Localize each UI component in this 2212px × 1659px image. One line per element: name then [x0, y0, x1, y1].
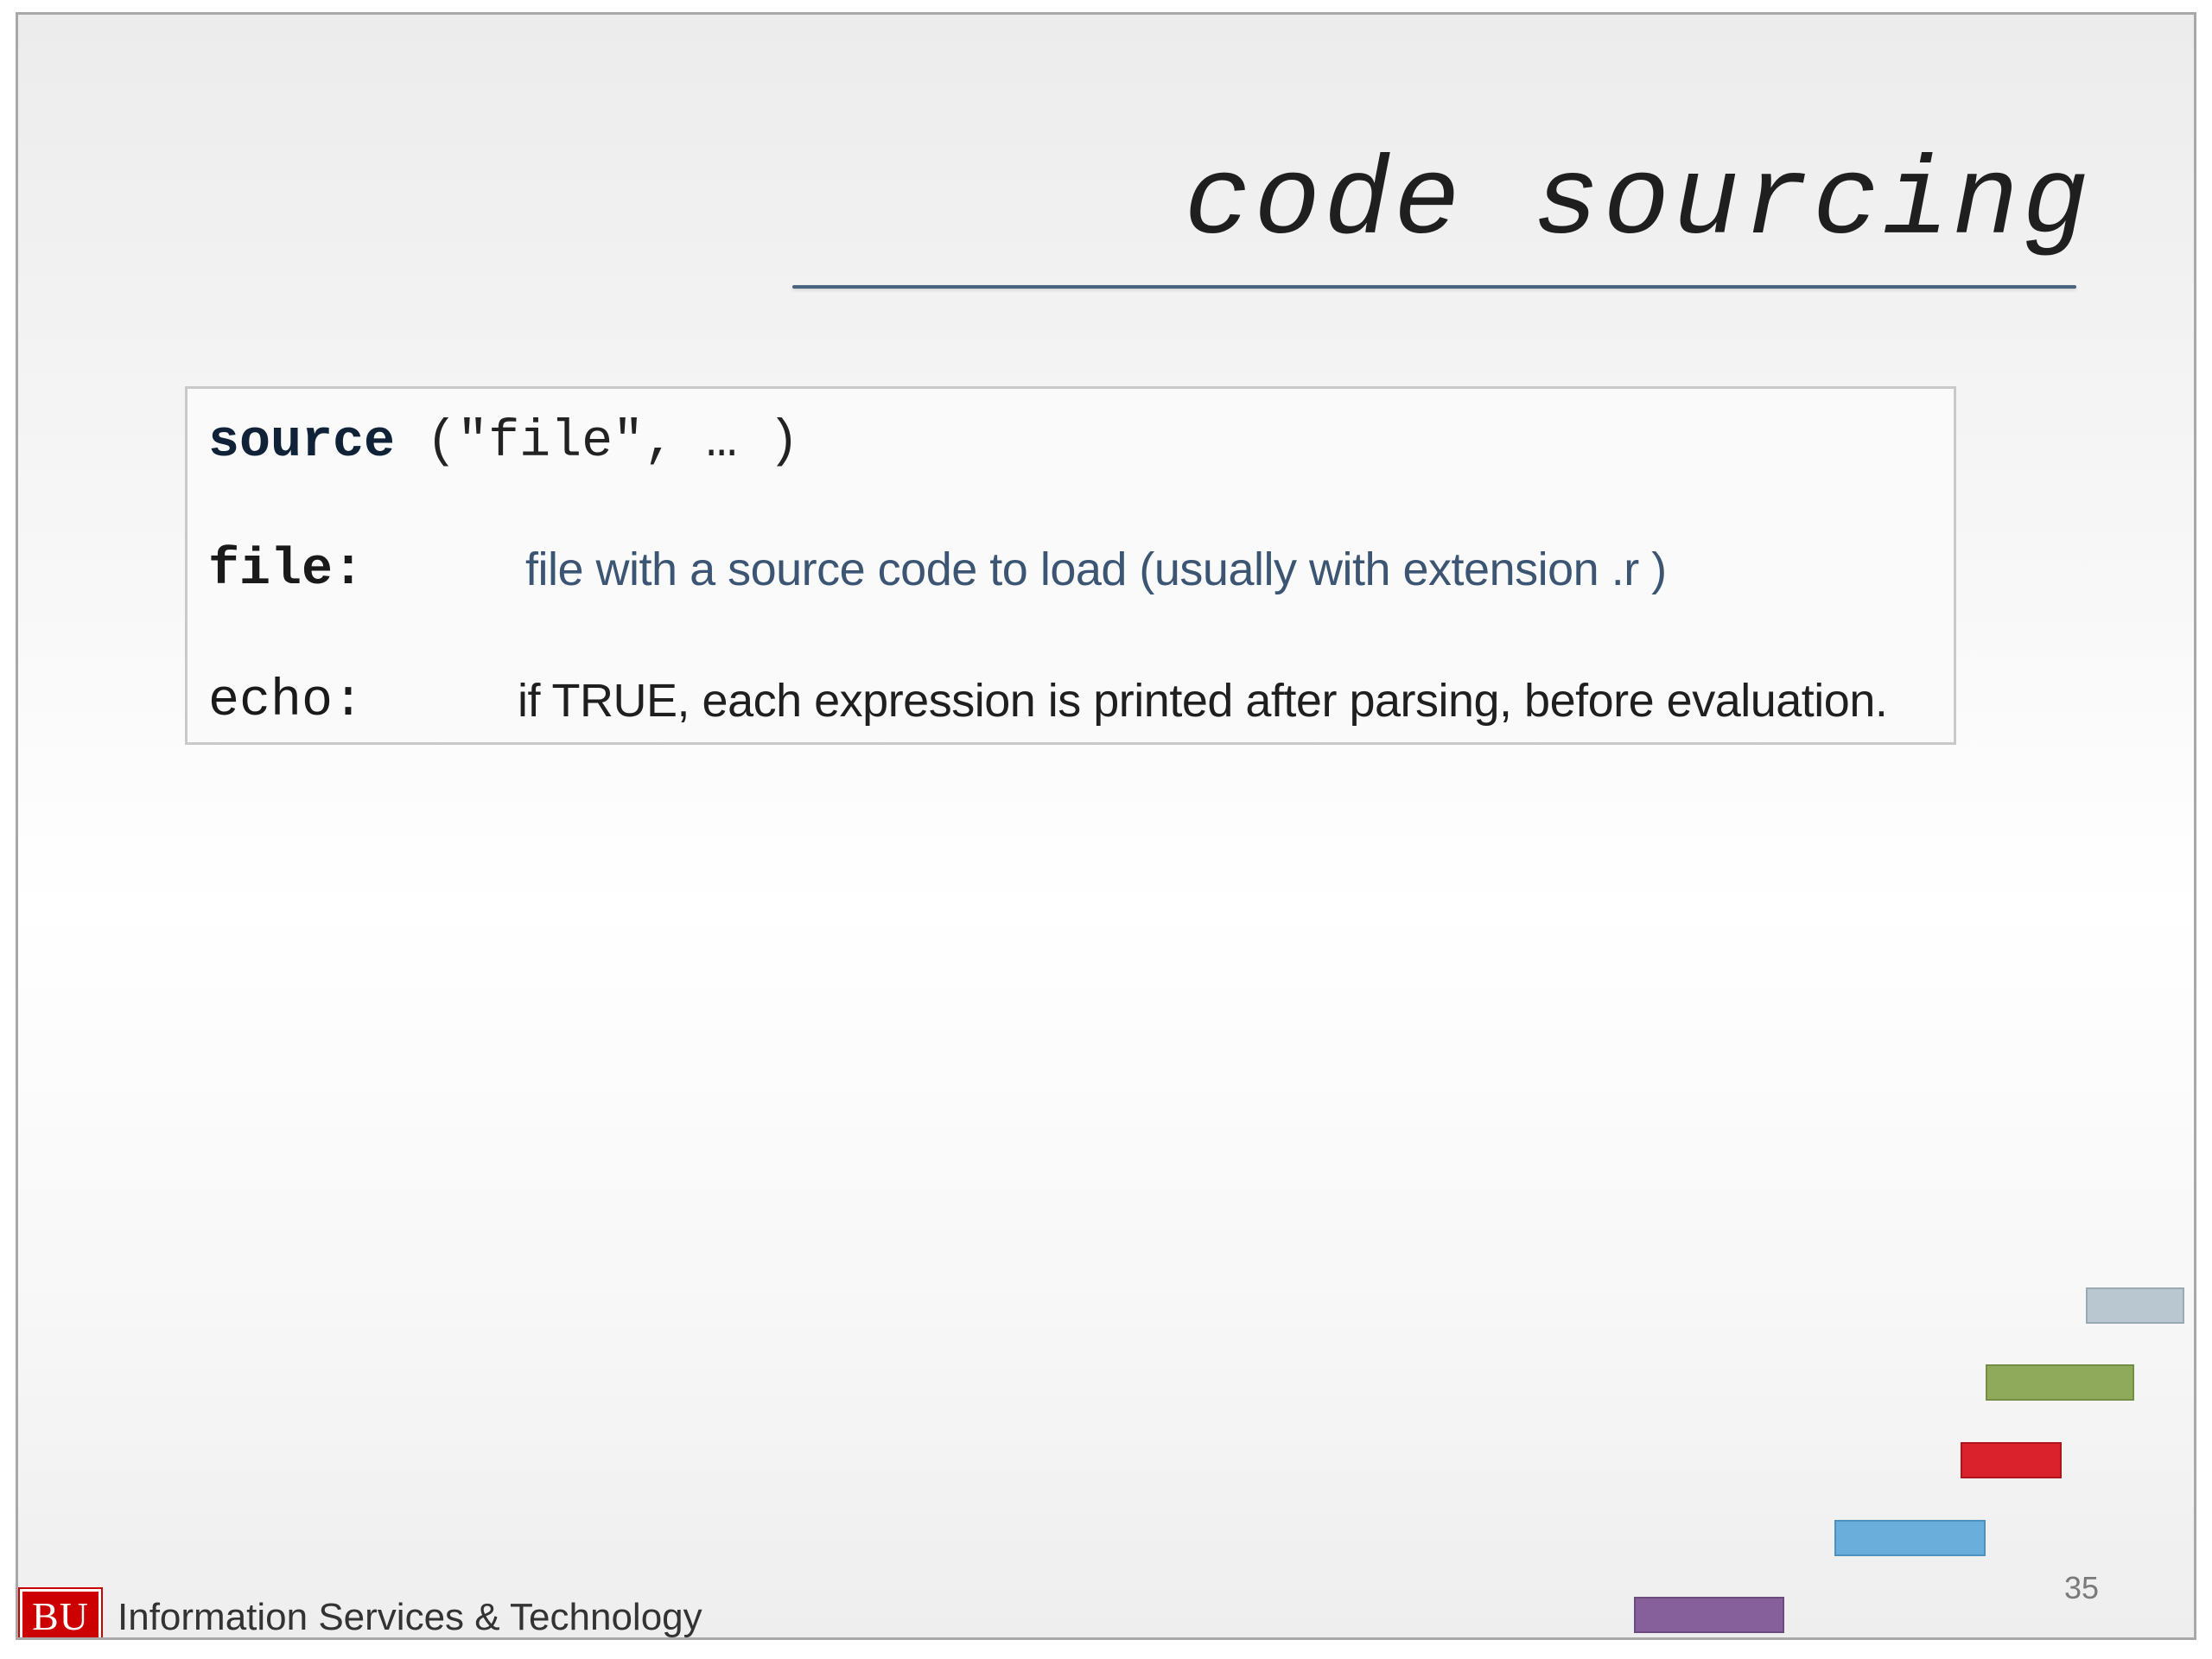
param-description-echo: if TRUE, each expression is printed afte… [518, 675, 1888, 727]
code-arguments: ("file", … ) [395, 413, 800, 472]
param-name-file: file: [208, 541, 365, 600]
decorative-bar-red [1961, 1442, 2062, 1478]
code-function-name: source [208, 413, 396, 472]
decorative-bar-blue [1834, 1520, 1986, 1556]
slide: code sourcing source ("file", … ) file: … [16, 12, 2196, 1640]
param-description-file: file with a source code to load (usually… [525, 543, 1667, 595]
decorative-bar-green [1986, 1364, 2134, 1401]
bu-logo: BU [18, 1587, 103, 1637]
param-name-echo: echo: [208, 672, 365, 731]
code-box: source ("file", … ) file: file with a so… [185, 386, 1956, 745]
code-signature: source ("file", … ) [208, 416, 799, 468]
decorative-bar-purple [1634, 1597, 1784, 1633]
decorative-bar-gray [2086, 1287, 2184, 1324]
title-underline [792, 285, 2076, 289]
slide-title: code sourcing [1184, 141, 2092, 266]
page-number: 35 [2063, 1570, 2099, 1605]
footer-organization: Information Services & Technology [118, 1596, 702, 1638]
